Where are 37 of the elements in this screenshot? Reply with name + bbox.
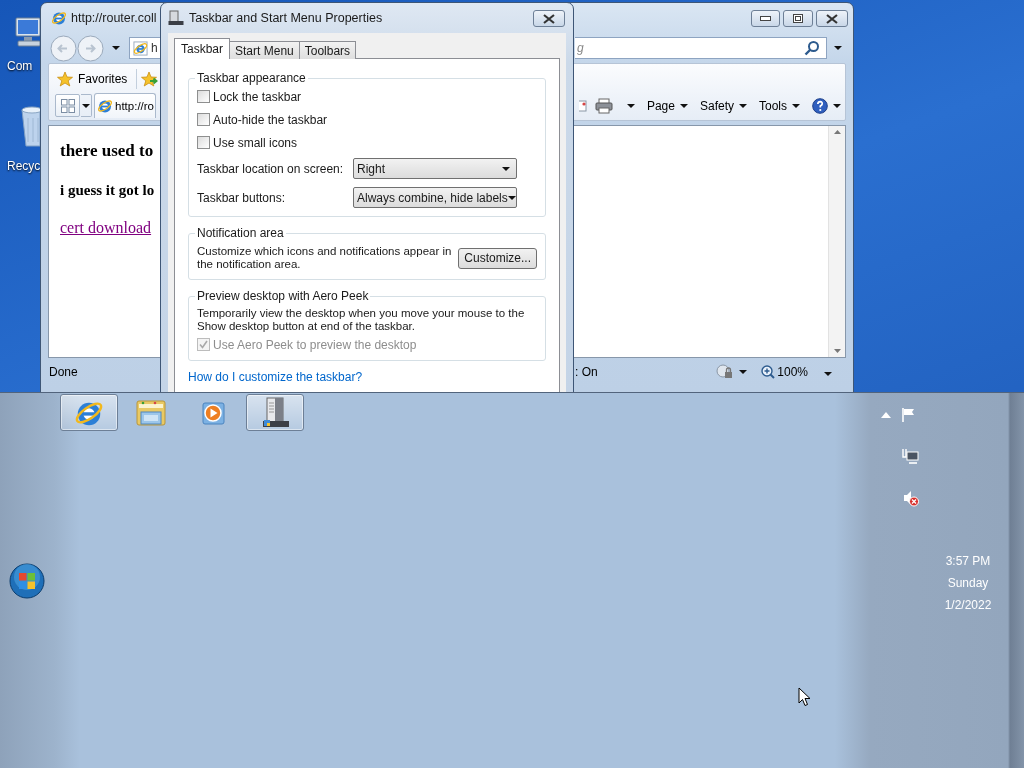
- description-text: Customize which icons and notifications appear in the notification area.: [197, 245, 453, 271]
- search-field[interactable]: g: [577, 41, 804, 55]
- checkbox-label[interactable]: Auto-hide the taskbar: [213, 112, 328, 127]
- field-label: Taskbar location on screen:: [197, 161, 345, 176]
- group-label: Taskbar appearance: [196, 71, 307, 85]
- browser-tab[interactable]: http://ro: [94, 93, 156, 118]
- dropdown[interactable]: Always combine, hide labels: [353, 187, 517, 208]
- checkbox-label: Use Aero Peek to preview the desktop: [213, 337, 417, 352]
- tab[interactable]: Start Menu: [229, 41, 300, 59]
- window-title: http://router.coll: [71, 11, 157, 25]
- search-bar[interactable]: g: [575, 37, 827, 59]
- favorites-button[interactable]: Favorites: [52, 67, 133, 90]
- tab[interactable]: Toolbars: [298, 41, 357, 59]
- download-link[interactable]: cert download: [60, 218, 152, 238]
- checkbox-label[interactable]: Lock the taskbar: [213, 89, 302, 104]
- address-field[interactable]: h: [151, 41, 161, 55]
- menu-button[interactable]: Page: [642, 94, 692, 117]
- tab[interactable]: Taskbar: [174, 38, 231, 59]
- page-heading: i guess it got lo: [60, 181, 155, 200]
- dropdown[interactable]: Right: [353, 158, 517, 179]
- menu-button[interactable]: Tools: [755, 94, 804, 117]
- customize-button[interactable]: Customize...: [458, 247, 537, 269]
- page-heading: there used to: [60, 141, 154, 161]
- window-title: Taskbar and Start Menu Properties: [189, 11, 383, 25]
- status-text: Done: [49, 365, 78, 379]
- status-text: : On: [575, 365, 598, 379]
- group-label: Notification area: [196, 226, 285, 240]
- icon-label[interactable]: Recyc: [7, 158, 41, 174]
- help-link[interactable]: How do I customize the taskbar?: [188, 370, 363, 384]
- checkbox-label[interactable]: Use small icons: [213, 135, 298, 150]
- address-bar[interactable]: h: [129, 37, 162, 59]
- description-text: Temporarily view the desktop when you move your mouse to the Show desktop button at end of the taskbar.: [197, 306, 526, 333]
- group-label: Preview desktop with Aero Peek: [196, 289, 370, 303]
- icon-label[interactable]: Com: [7, 58, 33, 74]
- zoom-button[interactable]: 100%: [761, 365, 808, 379]
- menu-button[interactable]: Safety: [695, 94, 751, 117]
- field-label: Taskbar buttons:: [197, 190, 287, 205]
